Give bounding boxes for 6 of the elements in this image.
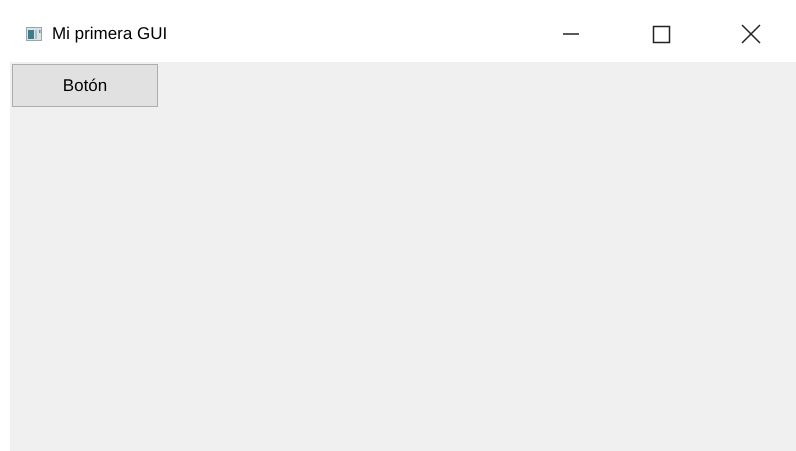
- close-icon: [740, 22, 762, 44]
- maximize-icon: [651, 24, 671, 44]
- app-icon: [26, 26, 42, 40]
- push-button[interactable]: Botón: [12, 64, 158, 107]
- window-title: Mi primera GUI: [52, 24, 168, 44]
- minimize-icon: [563, 32, 579, 34]
